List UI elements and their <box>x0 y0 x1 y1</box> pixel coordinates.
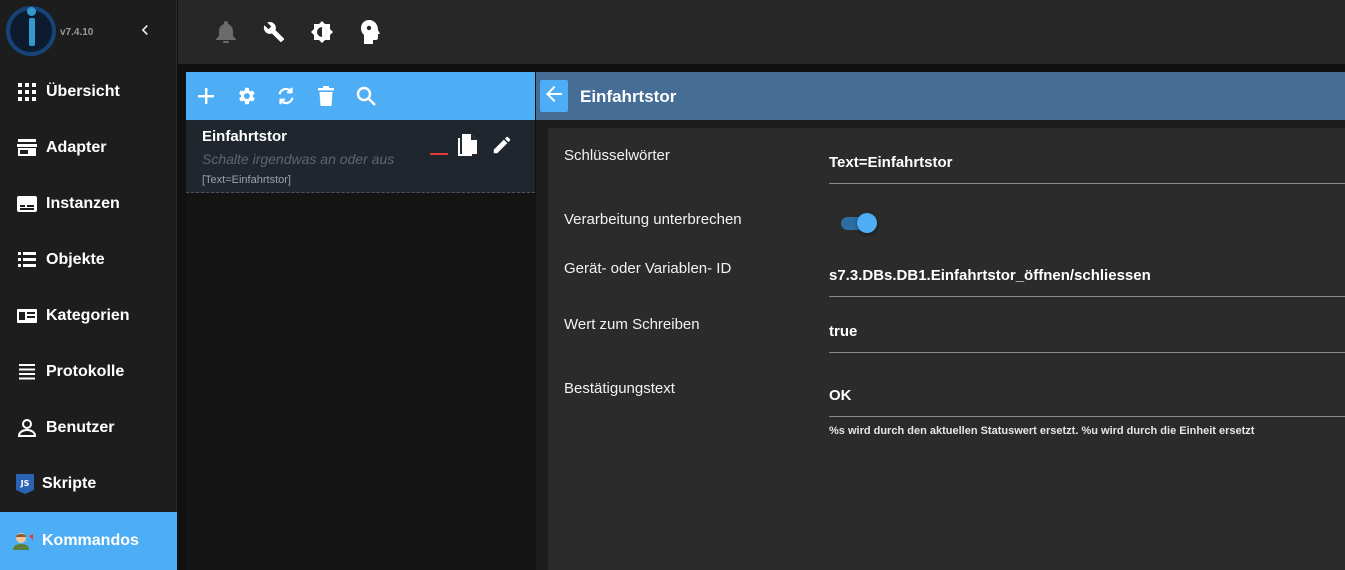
sidebar-item-label: Instanzen <box>46 195 120 212</box>
sidebar-item-label: Benutzer <box>46 419 115 436</box>
write-value-underline <box>829 352 1345 353</box>
subtitles-icon <box>16 193 38 215</box>
app-root: v7.4.10 Übersicht Adapter Instanzen Obje… <box>0 0 1345 570</box>
store-icon <box>16 137 38 159</box>
js-icon: JS <box>14 473 36 495</box>
chevron-left-icon[interactable] <box>134 20 156 44</box>
ack-text-underline <box>829 416 1345 417</box>
ack-text-helper: %s wird durch den aktuellen Statuswert e… <box>829 425 1255 437</box>
command-description: Schalte irgendwas an oder aus <box>202 151 395 167</box>
brightness-icon[interactable] <box>310 20 334 44</box>
detail-title: Einfahrtstor <box>580 87 677 106</box>
ack-text-field[interactable]: OK <box>829 387 852 404</box>
top-toolbar <box>178 0 1345 64</box>
head-profile-icon[interactable] <box>358 20 382 44</box>
ack-text-label: Bestätigungstext <box>564 380 675 397</box>
bell-icon[interactable] <box>214 20 238 44</box>
detail-header: Einfahrtstor <box>536 72 1345 120</box>
command-title: Einfahrtstor <box>202 128 288 145</box>
command-keywords: [Text=Einfahrtstor] <box>202 174 291 186</box>
edit-pencil-icon[interactable] <box>491 134 515 158</box>
remove-dash-icon[interactable] <box>430 153 448 155</box>
sidebar-item-label: Adapter <box>46 139 107 156</box>
copy-icon[interactable] <box>456 134 480 158</box>
write-value-field[interactable]: true <box>829 323 857 340</box>
sidebar-item-label: Objekte <box>46 251 105 268</box>
keywords-label: Schlüsselwörter <box>564 147 670 164</box>
break-processing-toggle[interactable] <box>841 213 877 233</box>
break-processing-label: Verarbeitung unterbrechen <box>564 211 742 228</box>
device-id-field[interactable]: s7.3.DBs.DB1.Einfahrtstor_öffnen/schlies… <box>829 267 1151 284</box>
sidebar-item-adapter[interactable]: Adapter <box>0 120 177 176</box>
lines-icon <box>16 361 38 383</box>
list-icon <box>16 249 38 271</box>
sidebar-item-label: Skripte <box>42 475 97 492</box>
wrench-icon[interactable] <box>262 20 286 44</box>
sidebar-item-label: Übersicht <box>46 83 120 100</box>
search-icon[interactable] <box>354 84 378 108</box>
keywords-field[interactable]: Text=Einfahrtstor <box>829 154 953 171</box>
version-label: v7.4.10 <box>60 27 94 38</box>
device-id-underline <box>829 296 1345 297</box>
settings-icon[interactable] <box>234 84 258 108</box>
sidebar-item-instanzen[interactable]: Instanzen <box>0 176 177 232</box>
apps-grid-icon <box>16 81 38 103</box>
list-toolbar <box>186 72 535 120</box>
person-icon <box>16 417 38 439</box>
sidebar-item-label: Protokolle <box>46 363 125 380</box>
keywords-underline <box>829 183 1345 184</box>
command-detail-panel: Einfahrtstor Schlüsselwörter Text=Einfah… <box>536 72 1345 570</box>
sidebar-item-kategorien[interactable]: Kategorien <box>0 288 177 344</box>
back-button[interactable] <box>540 80 568 112</box>
command-list-item[interactable]: Einfahrtstor Schalte irgendwas an oder a… <box>186 120 535 193</box>
svg-text:JS: JS <box>20 479 30 488</box>
device-id-label: Gerät- oder Variablen- ID <box>564 260 732 277</box>
sidebar-item-uebersicht[interactable]: Übersicht <box>0 64 177 120</box>
sidebar-item-kommandos[interactable]: Kommandos <box>0 512 177 570</box>
badge-icon <box>16 305 38 327</box>
command-list-panel: Einfahrtstor Schalte irgendwas an oder a… <box>186 72 535 570</box>
person-speaking-icon <box>12 530 34 552</box>
sidebar: v7.4.10 Übersicht Adapter Instanzen Obje… <box>0 0 177 570</box>
add-icon[interactable] <box>194 84 218 108</box>
sidebar-item-benutzer[interactable]: Benutzer <box>0 400 177 456</box>
sidebar-item-label: Kommandos <box>42 532 139 549</box>
refresh-icon[interactable] <box>274 84 298 108</box>
sidebar-item-skripte[interactable]: JS Skripte <box>0 456 177 512</box>
delete-icon[interactable] <box>314 84 338 108</box>
write-value-label: Wert zum Schreiben <box>564 316 700 333</box>
sidebar-item-protokolle[interactable]: Protokolle <box>0 344 177 400</box>
iobroker-logo <box>6 6 56 56</box>
sidebar-item-objekte[interactable]: Objekte <box>0 232 177 288</box>
sidebar-item-label: Kategorien <box>46 307 130 324</box>
arrow-left-icon <box>546 85 562 107</box>
command-form: Schlüsselwörter Text=Einfahrtstor Verarb… <box>548 128 1345 570</box>
